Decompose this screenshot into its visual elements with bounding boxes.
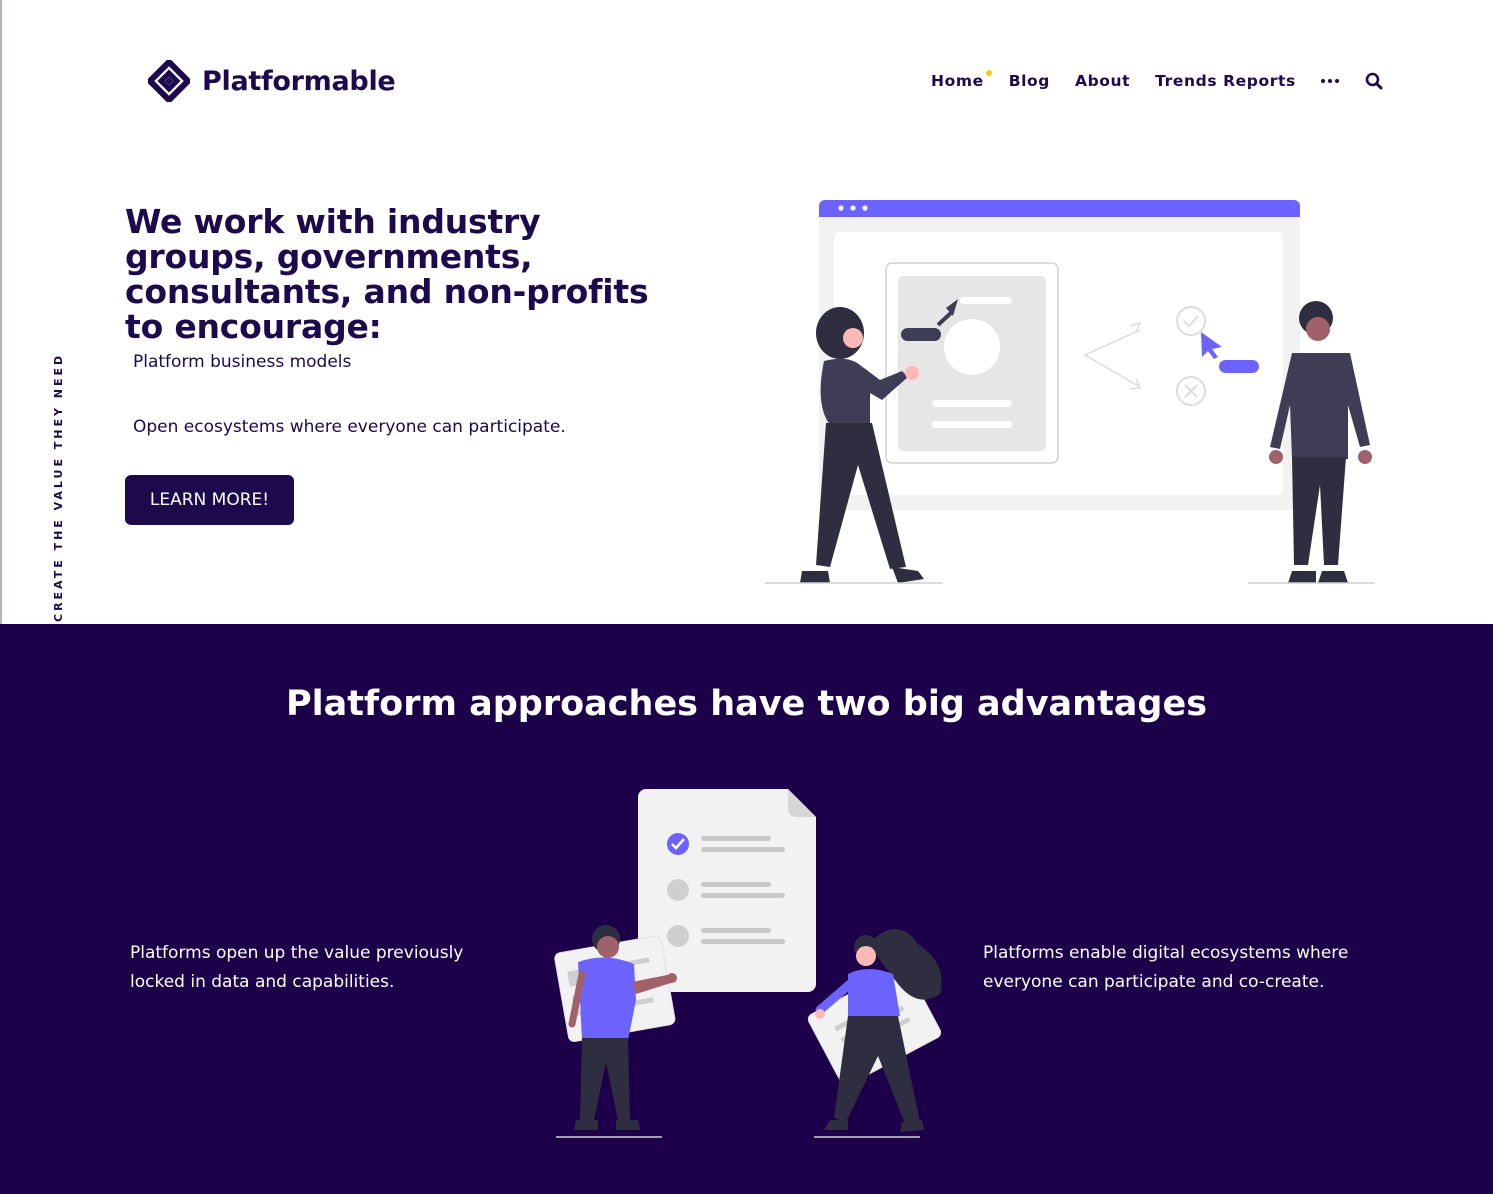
vertical-tagline: CREATE THE VALUE THEY NEED xyxy=(52,352,65,622)
logo-text: Platformable xyxy=(202,65,396,97)
logo[interactable]: Platformable xyxy=(148,60,396,102)
nav-item-home[interactable]: Home xyxy=(931,70,992,90)
hero-title: We work with industry groups, government… xyxy=(125,202,649,346)
hero-illustration xyxy=(765,200,1375,584)
advantage-right-text: Platforms enable digital ecosystems wher… xyxy=(983,943,1349,992)
advantages-illustration xyxy=(554,789,942,1138)
advantage-left-text: Platforms open up the value previously l… xyxy=(130,943,464,992)
learn-more-button[interactable]: LEARN MORE! xyxy=(125,475,294,525)
ellipsis-icon[interactable] xyxy=(1320,79,1339,83)
hero-item-platform-models: Platform business models xyxy=(133,352,352,372)
nav-item-blog[interactable]: Blog xyxy=(1009,72,1050,90)
main-nav: Home Blog About Trends Reports xyxy=(931,70,1383,92)
nav-item-about[interactable]: About xyxy=(1075,72,1130,90)
hero-item-open-ecosystems: Open ecosystems where everyone can parti… xyxy=(133,417,566,437)
search-icon[interactable] xyxy=(1365,72,1383,90)
advantages-section: Platform approaches have two big advanta… xyxy=(0,624,1493,1194)
nav-item-trends-reports[interactable]: Trends Reports xyxy=(1155,72,1296,90)
logo-mark-icon xyxy=(148,60,190,102)
advantages-title: Platform approaches have two big advanta… xyxy=(285,684,1208,724)
